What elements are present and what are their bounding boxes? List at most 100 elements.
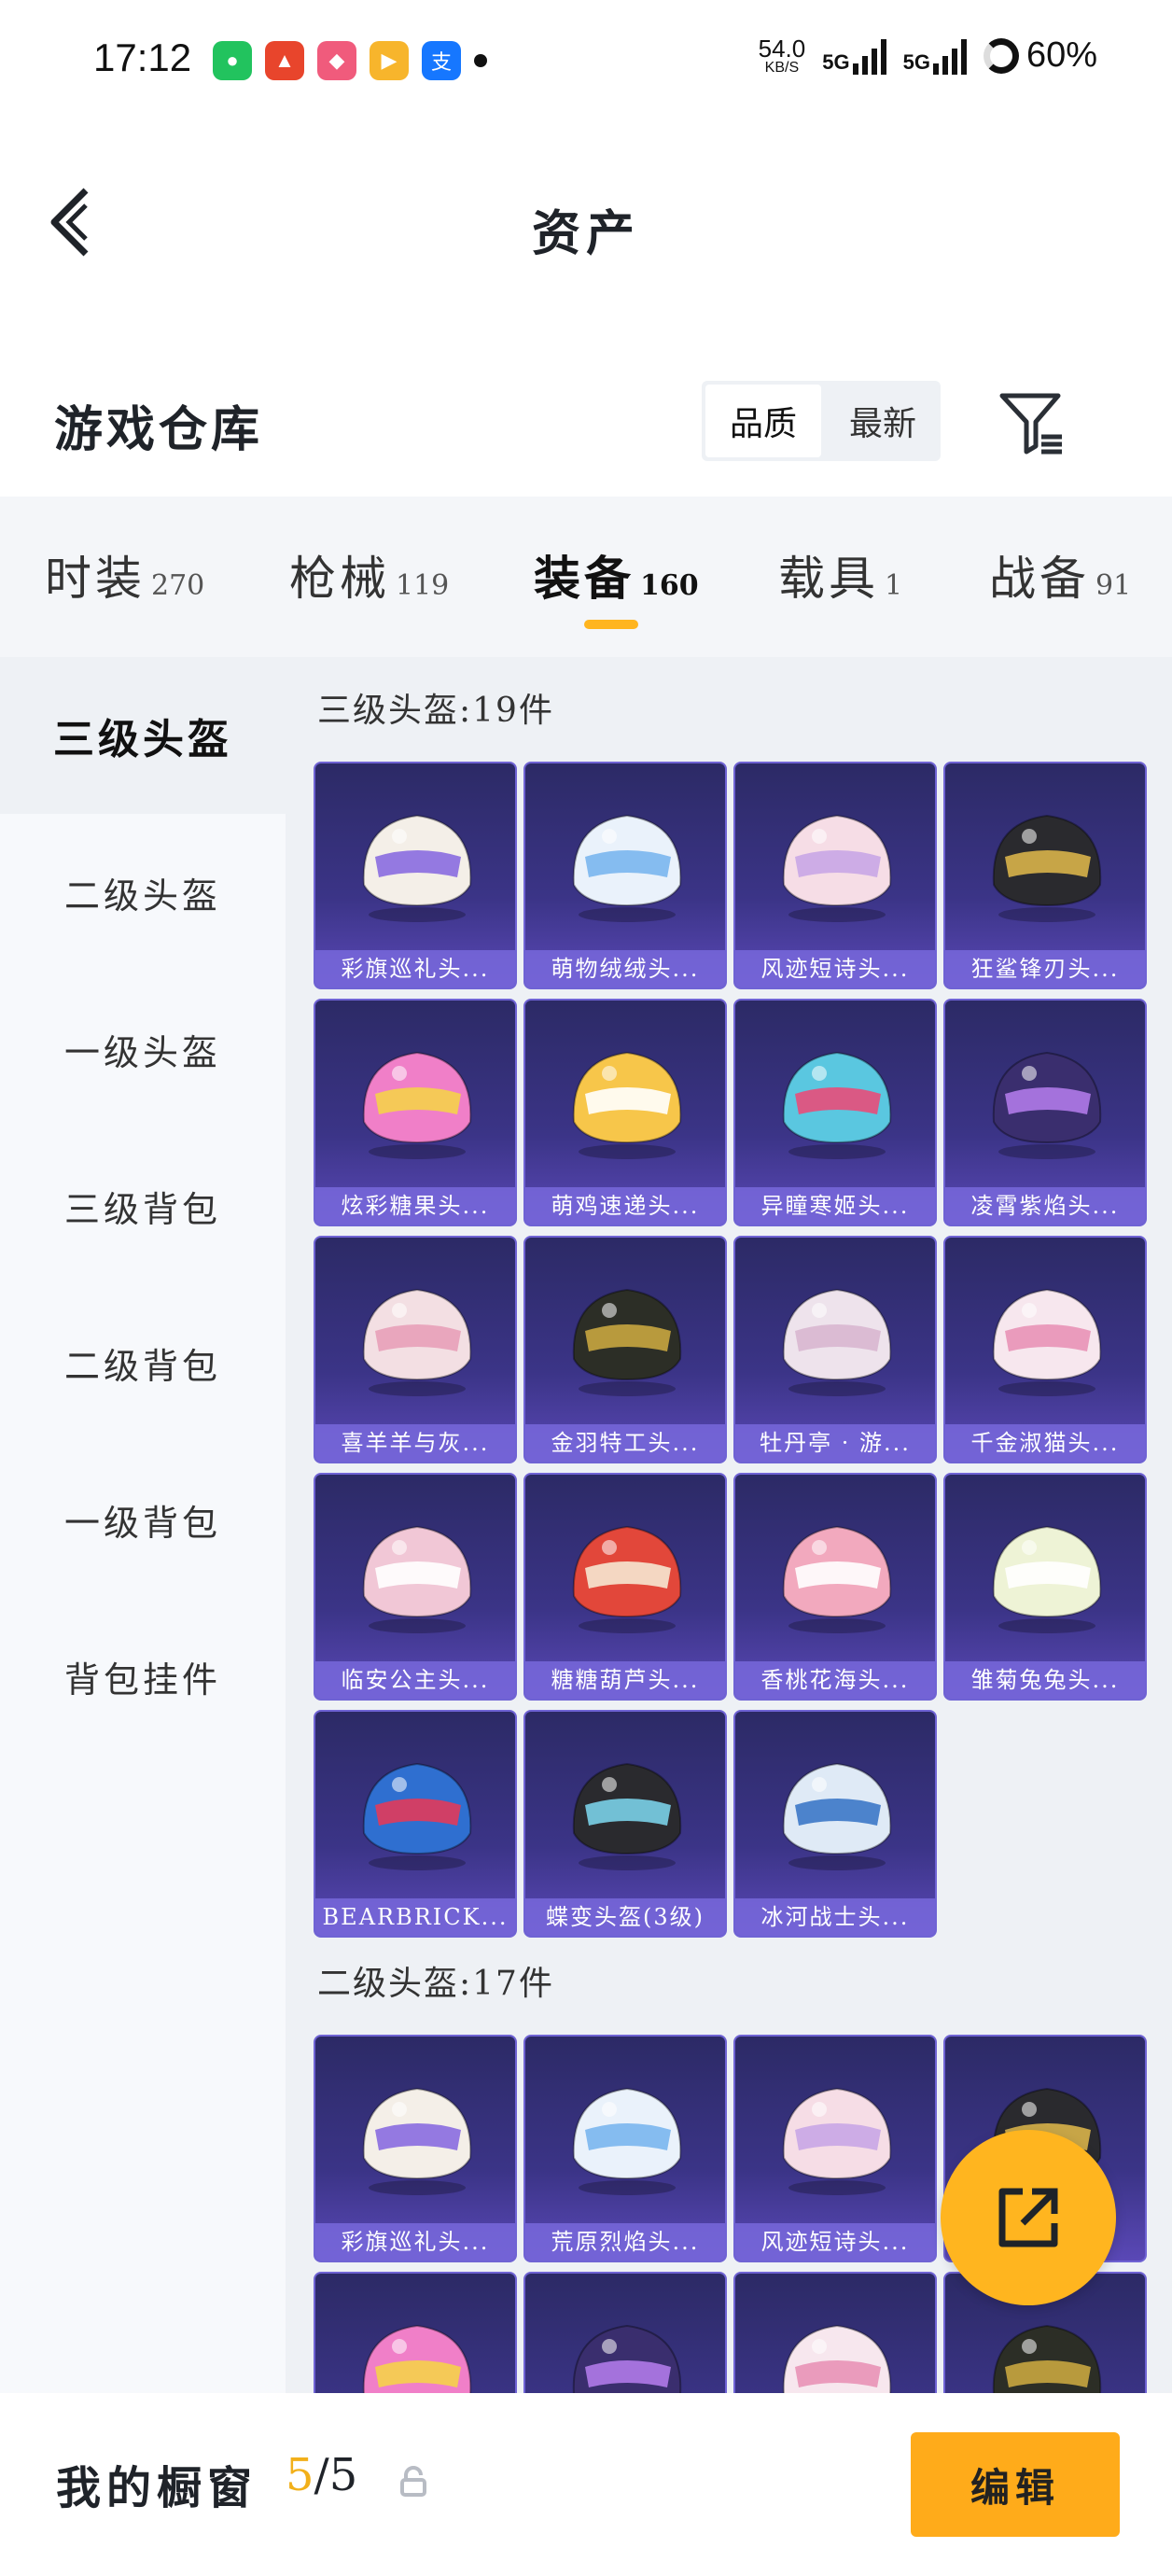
category-tabs: 时装 270 枪械 119 装备 160 载具 1 战备 91 — [0, 497, 1172, 657]
item-name: 临安公主头... — [315, 1661, 515, 1699]
signal-icon: 5G — [903, 37, 967, 75]
helmet-image — [782, 2324, 892, 2393]
item-grid: 彩旗巡礼头... 萌物绒绒头... 风迹短诗头... 狂鲨锋刃头... 炫彩糖果头...… — [314, 762, 1147, 1938]
section-title: 二级头盔:17件 — [317, 1965, 554, 2003]
item-card[interactable]: 凌霄紫焰头... — [943, 999, 1147, 1226]
battery-indicator: 60% — [983, 35, 1097, 76]
item-card[interactable]: 牡丹亭 · 游... — [733, 1236, 937, 1463]
app-icon: ▲ — [265, 41, 304, 80]
sort-newest-button[interactable]: 最新 — [825, 381, 941, 461]
active-tab-indicator — [584, 620, 638, 629]
item-name: 彩旗巡礼头... — [315, 2223, 515, 2261]
item-card[interactable]: 异瞳寒姬头... — [733, 999, 937, 1226]
tab-vehicles[interactable]: 载具 1 — [778, 541, 902, 609]
helmet-image — [572, 1525, 682, 1633]
wechat-icon: ● — [213, 41, 252, 80]
item-name: 香桃花海头... — [735, 1661, 935, 1699]
item-card[interactable]: 萌鸡速递头... — [523, 999, 727, 1226]
helmet-image — [782, 1525, 892, 1633]
helmet-image — [362, 1525, 472, 1633]
lock-icon — [400, 2466, 426, 2497]
sort-quality-button[interactable]: 品质 — [705, 385, 821, 457]
item-name: 糖糖葫芦头... — [525, 1661, 725, 1699]
item-card[interactable]: 糖糖葫芦头... — [523, 1473, 727, 1701]
helmet-image — [572, 814, 682, 922]
item-card[interactable]: 彩旗巡礼头... — [314, 762, 517, 989]
item-name: 异瞳寒姬头... — [735, 1187, 935, 1225]
helmet-image — [362, 814, 472, 922]
item-name: 荒原烈焰头... — [525, 2223, 725, 2261]
sidebar-item-backpack-charm[interactable]: 背包挂件 — [0, 1598, 286, 1755]
item-name: 风迹短诗头... — [735, 2223, 935, 2261]
item-card[interactable]: 荒原烈焰头... — [523, 2035, 727, 2262]
sidebar-item-level3-backpack[interactable]: 三级背包 — [0, 1127, 286, 1284]
item-name: 炫彩糖果头... — [315, 1187, 515, 1225]
sidebar-item-level2-helmet[interactable]: 二级头盔 — [0, 814, 286, 971]
tab-guns[interactable]: 枪械 119 — [289, 541, 449, 609]
filter-icon[interactable] — [998, 390, 1066, 457]
item-card[interactable]: 萌物绒绒头... — [523, 762, 727, 989]
item-card[interactable]: 临安公主头... — [314, 1473, 517, 1701]
sidebar-item-level3-helmet[interactable]: 三级头盔 — [0, 657, 286, 814]
item-card[interactable]: 风迹短诗头... — [733, 2035, 937, 2262]
share-button[interactable] — [941, 2130, 1116, 2305]
sort-toggle: 品质 最新 — [702, 381, 941, 461]
item-card[interactable]: 蝶变头盔(3级) — [523, 1710, 727, 1938]
helmet-image — [572, 1051, 682, 1159]
item-card[interactable]: 风迹短诗头... — [733, 762, 937, 989]
status-bar: 17:12 ● ▲ ◆ ▶ 支 54.0 KB/S 5G 5G 60% — [0, 0, 1172, 131]
item-card[interactable]: 雏菊兔兔头... — [943, 1473, 1147, 1701]
tab-fashion[interactable]: 时装 270 — [45, 541, 204, 609]
helmet-image — [362, 1762, 472, 1870]
item-card[interactable]: BEARBRICK... — [314, 1710, 517, 1938]
network-speed: 54.0 KB/S — [758, 34, 806, 76]
item-name: 喜羊羊与灰... — [315, 1424, 515, 1462]
item-card[interactable]: 香桃花海头... — [733, 1473, 937, 1701]
helmet-image — [992, 1525, 1102, 1633]
helmet-image — [362, 1288, 472, 1396]
tab-supplies[interactable]: 战备 91 — [989, 541, 1131, 609]
battery-icon — [983, 37, 1019, 74]
item-name: 金羽特工头... — [525, 1424, 725, 1462]
item-card[interactable] — [523, 2272, 727, 2393]
app-icon: ◆ — [317, 41, 356, 80]
item-card[interactable]: 彩旗巡礼头... — [314, 2035, 517, 2262]
item-card[interactable]: 千金淑猫头... — [943, 1236, 1147, 1463]
sidebar-item-level2-backpack[interactable]: 二级背包 — [0, 1284, 286, 1441]
item-card[interactable]: 喜羊羊与灰... — [314, 1236, 517, 1463]
helmet-image — [782, 1288, 892, 1396]
item-name: 蝶变头盔(3级) — [525, 1898, 725, 1936]
signal-icon: 5G — [822, 37, 886, 75]
item-card[interactable]: 冰河战士头... — [733, 1710, 937, 1938]
sidebar-item-level1-backpack[interactable]: 一级背包 — [0, 1441, 286, 1598]
item-name: 狂鲨锋刃头... — [945, 950, 1145, 987]
helmet-image — [992, 1288, 1102, 1396]
item-name: 牡丹亭 · 游... — [735, 1424, 935, 1462]
page-title: 资产 — [531, 205, 640, 262]
sidebar-item-level1-helmet[interactable]: 一级头盔 — [0, 971, 286, 1127]
helmet-image — [992, 1051, 1102, 1159]
page-header: 资产 — [0, 131, 1172, 308]
helmet-image — [782, 814, 892, 922]
helmet-image — [782, 1051, 892, 1159]
item-name: 冰河战士头... — [735, 1898, 935, 1936]
edit-button[interactable]: 编辑 — [911, 2432, 1120, 2537]
share-icon — [998, 2188, 1058, 2247]
item-name: 千金淑猫头... — [945, 1424, 1145, 1462]
tab-equipment[interactable]: 装备 160 — [534, 541, 699, 609]
helmet-image — [572, 1288, 682, 1396]
notification-icons: ● ▲ ◆ ▶ 支 — [213, 41, 487, 80]
item-card[interactable] — [314, 2272, 517, 2393]
item-card[interactable]: 金羽特工头... — [523, 1236, 727, 1463]
helmet-image — [992, 814, 1102, 922]
more-notifications-icon — [474, 54, 487, 67]
item-name: 凌霄紫焰头... — [945, 1187, 1145, 1225]
system-indicators: 54.0 KB/S 5G 5G 60% — [759, 35, 1097, 76]
video-app-icon: ▶ — [370, 41, 409, 80]
item-card[interactable]: 炫彩糖果头... — [314, 999, 517, 1226]
item-card[interactable]: 狂鲨锋刃头... — [943, 762, 1147, 989]
item-card[interactable] — [733, 2272, 937, 2393]
alipay-icon: 支 — [422, 41, 461, 80]
item-name: 萌鸡速递头... — [525, 1187, 725, 1225]
item-name: 雏菊兔兔头... — [945, 1661, 1145, 1699]
